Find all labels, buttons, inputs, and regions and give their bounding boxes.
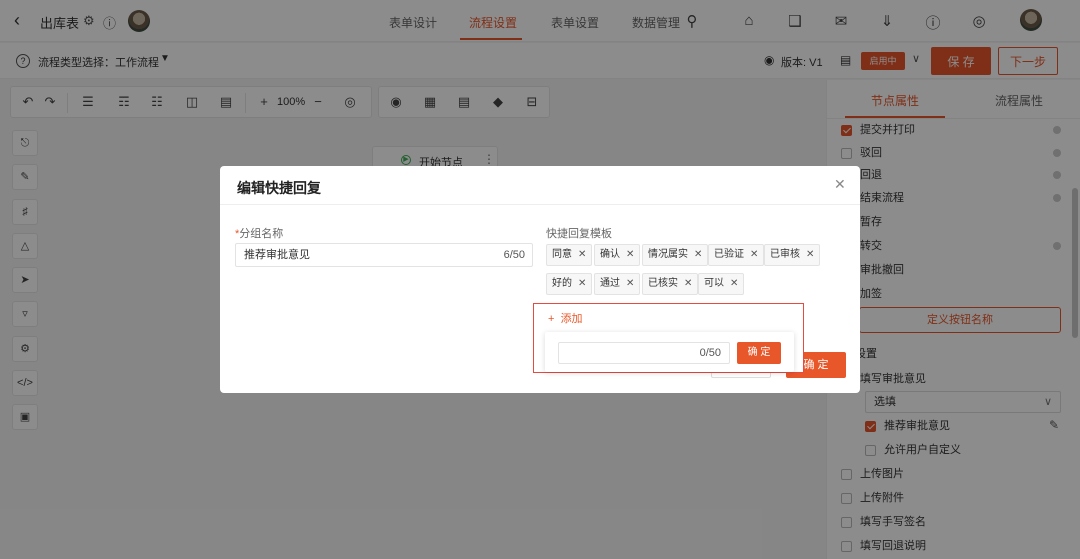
add-label: 添加 [560, 313, 583, 325]
new-reply-input[interactable]: 0/50 [558, 342, 730, 364]
plus-icon: + [548, 313, 555, 325]
reply-tag[interactable]: 已核实 ✕ [642, 273, 699, 295]
close-icon[interactable]: ✕ [834, 176, 846, 193]
add-reply-area: + 添加 0/50 确 定 [533, 303, 804, 373]
close-icon[interactable]: ✕ [730, 278, 738, 289]
group-name-value: 推荐审批意见 [244, 249, 310, 261]
close-icon[interactable]: ✕ [806, 249, 814, 260]
reply-tag[interactable]: 好的 ✕ [546, 273, 593, 295]
tag-label: 确认 [600, 249, 620, 260]
reply-tag[interactable]: 通过 ✕ [594, 273, 641, 295]
add-reply-popover: 0/50 确 定 [545, 332, 794, 372]
reply-tag[interactable]: 已验证 ✕ [708, 244, 765, 266]
reply-tag[interactable]: 情况属实 ✕ [642, 244, 709, 266]
add-reply-link[interactable]: + 添加 [548, 310, 583, 326]
tag-label: 情况属实 [648, 249, 688, 260]
group-name-label-text: 分组名称 [239, 228, 284, 240]
tag-label: 同意 [552, 249, 572, 260]
close-icon[interactable]: ✕ [750, 249, 758, 260]
reply-tag[interactable]: 可以 ✕ [698, 273, 745, 295]
template-label: 快捷回复模板 [546, 228, 612, 240]
close-icon[interactable]: ✕ [626, 249, 634, 260]
tag-label: 已核实 [648, 278, 678, 289]
dialog-title: 编辑快捷回复 [237, 180, 321, 196]
tag-label: 已审核 [770, 249, 800, 260]
group-name-input[interactable]: 推荐审批意见 6/50 [235, 243, 533, 267]
char-counter: 6/50 [503, 249, 525, 261]
tag-label: 好的 [552, 278, 572, 289]
reply-tag[interactable]: 确认 ✕ [594, 244, 641, 266]
close-icon[interactable]: ✕ [684, 278, 692, 289]
tag-label: 可以 [704, 278, 724, 289]
close-icon[interactable]: ✕ [626, 278, 634, 289]
group-name-label: *分组名称 [235, 225, 283, 241]
close-icon[interactable]: ✕ [694, 249, 702, 260]
close-icon[interactable]: ✕ [578, 278, 586, 289]
divider [220, 204, 860, 205]
char-counter: 0/50 [699, 347, 721, 359]
close-icon[interactable]: ✕ [578, 249, 586, 260]
reply-tag[interactable]: 同意 ✕ [546, 244, 593, 266]
tag-label: 已验证 [714, 249, 744, 260]
add-confirm-button[interactable]: 确 定 [737, 342, 781, 364]
reply-tag[interactable]: 已审核 ✕ [764, 244, 821, 266]
tag-label: 通过 [600, 278, 620, 289]
